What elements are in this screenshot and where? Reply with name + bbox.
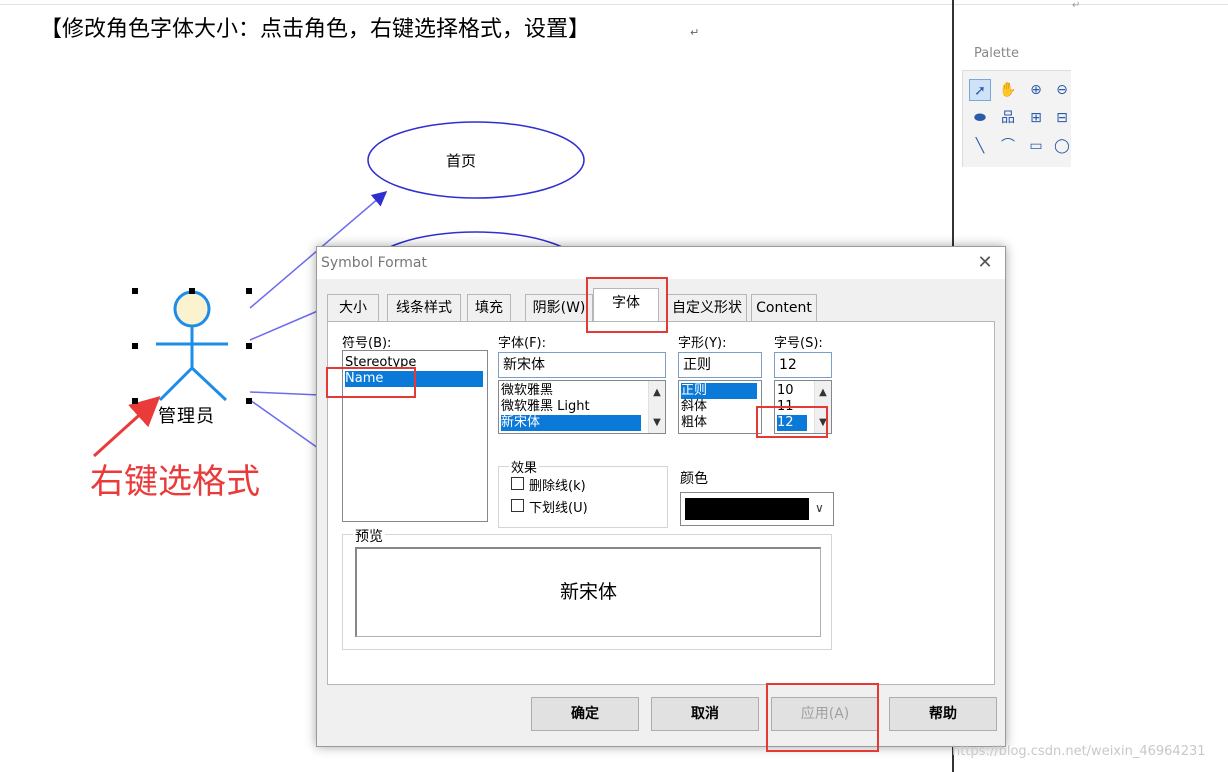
annotation-text: 右键选格式 [90,462,260,502]
tab-content[interactable]: Content [751,294,817,321]
color-dropdown[interactable]: ∨ [680,492,834,526]
chevron-up-icon[interactable]: ▲ [649,387,665,398]
font-size-input[interactable]: 12 [774,352,832,378]
strikeout-checkbox[interactable] [511,477,524,490]
highlight-name-item [326,367,416,398]
selection-handle[interactable] [132,343,138,349]
font-name-input[interactable]: 新宋体 [498,352,666,378]
list-item[interactable]: 10 [777,383,794,399]
annotation-arrow [92,395,161,458]
watermark: https://blog.csdn.net/weixin_46964231 [952,744,1206,759]
close-icon[interactable]: ✕ [973,251,997,275]
font-scrollbar[interactable]: ▲ ▼ [648,381,665,433]
tab-line-style[interactable]: 线条样式 [387,294,461,321]
tab-fill[interactable]: 填充 [467,294,511,321]
list-item-selected[interactable]: 新宋体 [501,415,641,431]
preview-label: 预览 [353,526,385,546]
chevron-up-icon[interactable]: ▲ [815,387,831,398]
preview-box: 新宋体 [355,547,821,637]
effects-group: 效果 删除线(k) 下划线(U) [498,457,668,528]
ok-button[interactable]: 确定 [531,697,639,731]
tab-size[interactable]: 大小 [327,294,379,321]
preview-group: 预览 新宋体 [342,526,832,650]
strikeout-label: 删除线(k) [529,479,586,494]
actor-label[interactable]: 管理员 [158,402,215,428]
selection-handle[interactable] [189,288,195,294]
underline-label: 下划线(U) [529,501,588,516]
color-swatch [685,498,809,520]
font-style-input[interactable]: 正则 [678,352,762,378]
size-label: 字号(S): [774,336,823,351]
selection-handle[interactable] [246,288,252,294]
actor-figure [156,290,228,402]
effects-label: 效果 [509,457,540,476]
chevron-down-icon[interactable]: ▼ [649,417,665,428]
font-label: 字体(F): [498,336,547,351]
list-item[interactable]: 斜体 [681,399,707,415]
selection-handle[interactable] [132,288,138,294]
list-item[interactable]: 微软雅黑 Light [501,399,590,415]
list-item[interactable]: 粗体 [681,415,707,431]
cancel-button[interactable]: 取消 [651,697,759,731]
tab-shadow[interactable]: 阴影(W) [525,294,593,321]
font-listbox[interactable]: 微软雅黑 微软雅黑 Light 新宋体 ▲ ▼ [498,380,666,434]
font-tab-panel: 符号(B): Stereotype Name 字体(F): 新宋体 微软雅黑 微… [327,321,995,685]
symbol-label: 符号(B): [342,336,392,351]
highlight-apply-button [766,683,879,752]
highlight-size-item [756,406,828,438]
highlight-font-tab [586,277,668,333]
association-line-3 [249,391,321,396]
association-line-2 [249,309,321,341]
help-button[interactable]: 帮助 [889,697,997,731]
color-label: 颜色 [680,471,708,487]
selection-handle[interactable] [246,398,252,404]
selection-handle[interactable] [132,398,138,404]
usecase-label-home[interactable]: 首页 [446,150,476,171]
font-style-listbox[interactable]: 正则 斜体 粗体 [678,380,762,434]
dialog-title: Symbol Format [321,255,427,271]
list-item[interactable]: 微软雅黑 [501,383,553,399]
underline-checkbox[interactable] [511,499,524,512]
style-label: 字形(Y): [678,336,727,351]
association-line-4 [249,399,319,449]
selection-handle[interactable] [246,343,252,349]
chevron-down-icon[interactable]: ∨ [815,501,824,515]
tab-custom-shape[interactable]: 自定义形状 [667,294,747,321]
dialog-titlebar: Symbol Format ✕ [317,247,1005,279]
list-item-selected[interactable]: 正则 [681,383,757,399]
